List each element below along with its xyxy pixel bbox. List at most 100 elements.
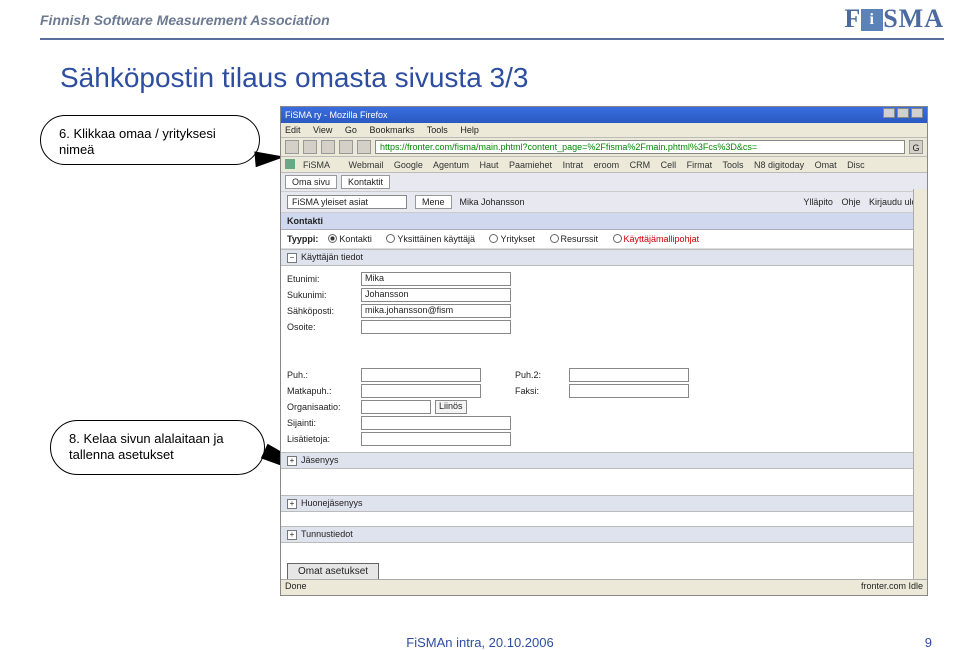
etunimi-field[interactable]: Mika [361, 272, 511, 286]
menu-tools[interactable]: Tools [427, 125, 448, 135]
current-user: Mika Johansson [460, 197, 525, 207]
page-number: 9 [925, 635, 932, 650]
link-yllapito[interactable]: Ylläpito [803, 197, 833, 207]
maximize-icon[interactable] [897, 108, 909, 118]
expand-icon[interactable]: + [287, 499, 297, 509]
menu-edit[interactable]: Edit [285, 125, 301, 135]
sijainti-label: Sijainti: [287, 418, 357, 428]
bm-crm[interactable]: CRM [630, 160, 651, 170]
save-button[interactable]: Omat asetukset [287, 563, 379, 579]
matkapuh-label: Matkapuh.: [287, 386, 357, 396]
menu-bookmarks[interactable]: Bookmarks [369, 125, 414, 135]
browser-statusbar: Done fronter.com Idle [281, 579, 927, 595]
puh-field[interactable] [361, 368, 481, 382]
tab-kontaktit[interactable]: Kontaktit [341, 175, 390, 189]
bm-firmat[interactable]: Firmat [687, 160, 713, 170]
menu-help[interactable]: Help [460, 125, 479, 135]
bm-eroom[interactable]: eroom [594, 160, 620, 170]
bm-tools[interactable]: Tools [723, 160, 744, 170]
org-field[interactable] [361, 400, 431, 414]
status-text: Done [285, 581, 307, 594]
slide-header: Finnish Software Measurement Association… [0, 0, 960, 56]
bm-paamiehet[interactable]: Paamiehet [509, 160, 552, 170]
sahkoposti-field[interactable]: mika.johansson@fism [361, 304, 511, 318]
footer-text: FiSMAn intra, 20.10.2006 [406, 635, 553, 650]
expand-icon[interactable]: + [287, 530, 297, 540]
lisatietoja-field[interactable] [361, 432, 511, 446]
section-huonejasenyys[interactable]: +Huonejäsenyys [281, 495, 927, 512]
puh2-field[interactable] [569, 368, 689, 382]
radio-yritykset[interactable]: Yritykset [489, 234, 535, 244]
tyyppi-label: Tyyppi: [287, 234, 318, 244]
app-tab-row: Oma sivu Kontaktit [281, 173, 927, 192]
app-toolbar: FiSMA yleiset asiat Mene Mika Johansson … [281, 192, 927, 213]
menu-go[interactable]: Go [345, 125, 357, 135]
window-controls[interactable] [881, 107, 923, 123]
bm-haut[interactable]: Haut [479, 160, 498, 170]
bm-webmail[interactable]: Webmail [349, 160, 384, 170]
radio-icon [386, 234, 395, 243]
window-titlebar: FiSMA ry - Mozilla Firefox [281, 107, 927, 123]
radio-yksittainen[interactable]: Yksittäinen käyttäjä [386, 234, 475, 244]
browser-toolbar: https://fronter.com/fisma/main.phtml?con… [281, 138, 927, 157]
stop-icon[interactable] [339, 140, 353, 154]
type-row: Tyyppi: Kontakti Yksittäinen käyttäjä Yr… [281, 230, 927, 249]
radio-resurssit[interactable]: Resurssit [550, 234, 599, 244]
reload-icon[interactable] [321, 140, 335, 154]
close-icon[interactable] [911, 108, 923, 118]
room-select[interactable]: FiSMA yleiset asiat [287, 195, 407, 209]
go-button[interactable]: G [909, 140, 923, 154]
url-input[interactable]: https://fronter.com/fisma/main.phtml?con… [375, 140, 905, 154]
back-icon[interactable] [285, 140, 299, 154]
menu-view[interactable]: View [313, 125, 332, 135]
fisma-logo: FiSMA [844, 4, 944, 34]
bm-fisma[interactable]: FiSMA [285, 160, 338, 170]
bm-cell[interactable]: Cell [661, 160, 677, 170]
minimize-icon[interactable] [883, 108, 895, 118]
tab-oma-sivu[interactable]: Oma sivu [285, 175, 337, 189]
callout-step-8: 8. Kelaa sivun alalaitaan ja tallenna as… [50, 420, 265, 475]
user-info-form: Etunimi:Mika Sukunimi:Johansson Sähköpos… [281, 266, 927, 452]
app-right-links: Ylläpito Ohje Kirjaudu ulos [797, 197, 921, 207]
collapse-icon[interactable]: − [287, 253, 297, 263]
bookmarks-bar: FiSMA Webmail Google Agentum Haut Paamie… [281, 157, 927, 173]
radio-icon [550, 234, 559, 243]
browser-window: FiSMA ry - Mozilla Firefox Edit View Go … [280, 106, 928, 596]
vertical-scrollbar[interactable] [913, 189, 927, 579]
radio-mallipohjat[interactable]: Käyttäjämallipohjat [613, 234, 700, 244]
osoite-field[interactable] [361, 320, 511, 334]
lisatietoja-label: Lisätietoja: [287, 434, 357, 444]
kontakti-header: Kontakti [281, 213, 927, 230]
bm-n8[interactable]: N8 digitoday [754, 160, 804, 170]
section-tunnustiedot[interactable]: +Tunnustiedot [281, 526, 927, 543]
bm-intrat[interactable]: Intrat [563, 160, 584, 170]
section-kayttajan-tiedot[interactable]: −Käyttäjän tiedot [281, 249, 927, 266]
sukunimi-field[interactable]: Johansson [361, 288, 511, 302]
window-title-text: FiSMA ry - Mozilla Firefox [285, 107, 388, 123]
org-select[interactable]: Liinös [435, 400, 467, 414]
faksi-field[interactable] [569, 384, 689, 398]
radio-icon [613, 234, 622, 243]
browser-menubar[interactable]: Edit View Go Bookmarks Tools Help [281, 123, 927, 138]
slide-title: Sähköpostin tilaus omasta sivusta 3/3 [60, 62, 528, 94]
bm-google[interactable]: Google [394, 160, 423, 170]
forward-icon[interactable] [303, 140, 317, 154]
bm-agentum[interactable]: Agentum [433, 160, 469, 170]
link-ohje[interactable]: Ohje [841, 197, 860, 207]
callout-step-6: 6. Klikkaa omaa / yrityksesi nimeä [40, 115, 260, 165]
osoite-label: Osoite: [287, 322, 357, 332]
home-icon[interactable] [357, 140, 371, 154]
bookmark-icon [285, 159, 295, 169]
etunimi-label: Etunimi: [287, 274, 357, 284]
section-jasenyys[interactable]: +Jäsenyys [281, 452, 927, 469]
sijainti-field[interactable] [361, 416, 511, 430]
radio-kontakti[interactable]: Kontakti [328, 234, 372, 244]
expand-icon[interactable]: + [287, 456, 297, 466]
bm-omat[interactable]: Omat [815, 160, 837, 170]
matkapuh-field[interactable] [361, 384, 481, 398]
radio-icon [328, 234, 337, 243]
puh2-label: Puh.2: [515, 370, 565, 380]
radio-icon [489, 234, 498, 243]
go-button-mene[interactable]: Mene [415, 195, 452, 209]
bm-disc[interactable]: Disc [847, 160, 865, 170]
